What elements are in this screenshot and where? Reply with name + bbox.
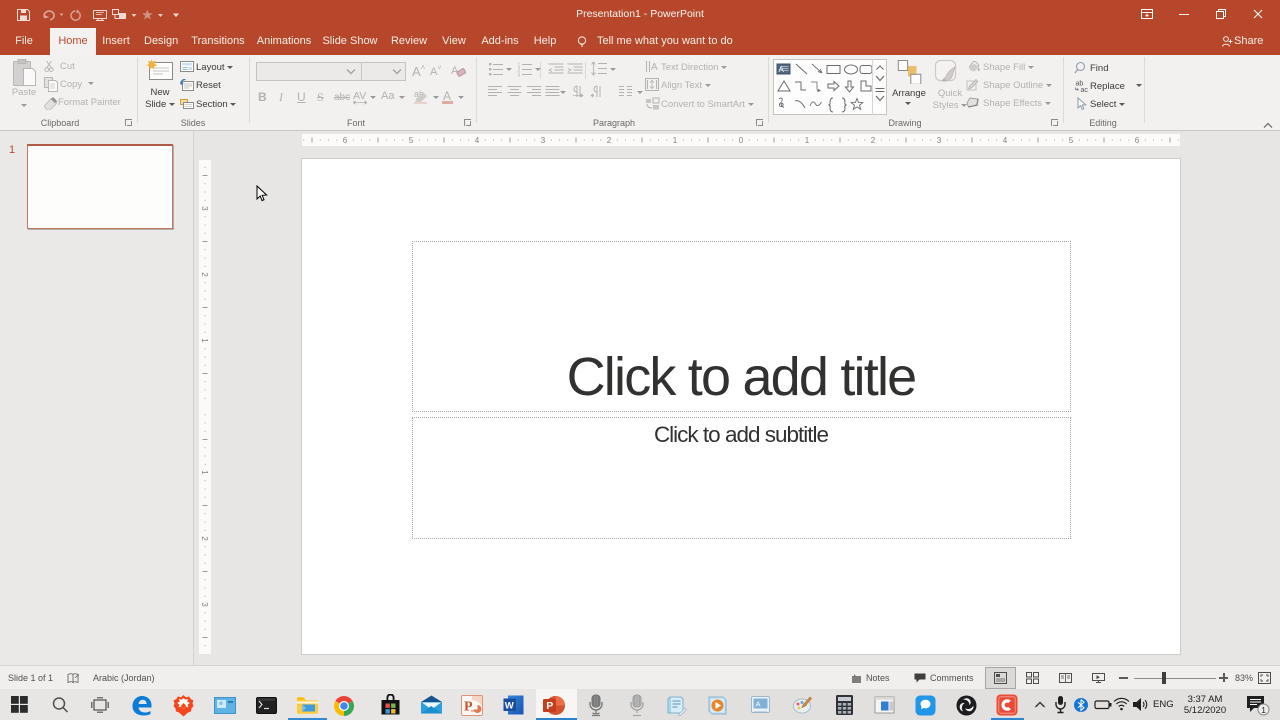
- svg-text:ac: ac: [1081, 87, 1089, 93]
- svg-text:1: 1: [673, 136, 678, 145]
- svg-text:3: 3: [541, 136, 546, 145]
- svg-text:P: P: [546, 700, 553, 712]
- svg-text:4: 4: [475, 136, 480, 145]
- svg-text:4: 4: [1003, 136, 1008, 145]
- svg-text:5: 5: [409, 136, 414, 145]
- svg-text:6: 6: [343, 136, 348, 145]
- svg-text:2: 2: [607, 136, 612, 145]
- svg-text:P: P: [464, 700, 473, 715]
- svg-text:A: A: [756, 700, 761, 709]
- svg-text:3: 3: [200, 602, 209, 607]
- svg-text:1: 1: [200, 338, 209, 343]
- svg-text:2: 2: [871, 136, 876, 145]
- svg-text:3: 3: [518, 73, 521, 78]
- svg-text:3: 3: [200, 206, 209, 211]
- svg-text:0: 0: [739, 136, 744, 145]
- svg-text:A: A: [651, 62, 658, 73]
- svg-text:5: 5: [1069, 136, 1074, 145]
- svg-text:6: 6: [1135, 136, 1140, 145]
- svg-text:2: 2: [200, 272, 209, 277]
- svg-text:1: 1: [805, 136, 810, 145]
- svg-text:3: 3: [937, 136, 942, 145]
- svg-text:1: 1: [1261, 705, 1266, 715]
- svg-text:1: 1: [200, 470, 209, 475]
- svg-text:W: W: [505, 701, 514, 712]
- svg-text:2: 2: [200, 536, 209, 541]
